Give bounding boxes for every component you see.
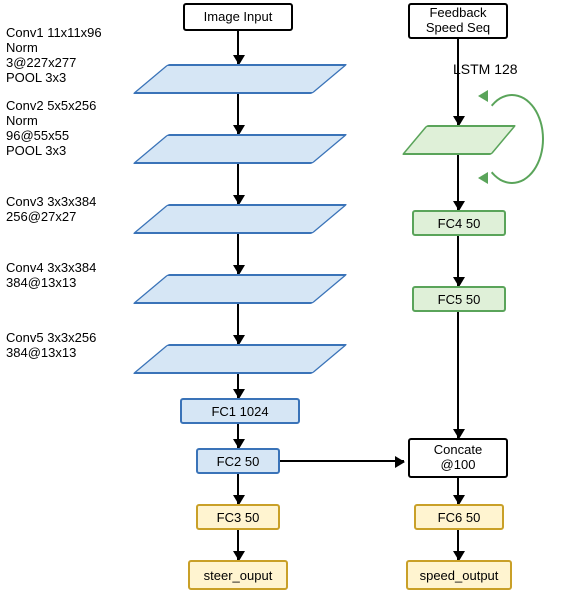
conv3-annot: Conv3 3x3x384 256@27x27 [6, 194, 96, 224]
arrow-down-icon [237, 234, 239, 274]
diagram-canvas: { "inputs": { "image": "Image Input", "f… [0, 0, 562, 606]
arrow-down-icon [237, 94, 239, 134]
feedback-input-box: Feedback Speed Seq [408, 3, 508, 39]
speed-output-box: speed_output [406, 560, 512, 590]
arrow-down-icon [237, 424, 239, 448]
arrow-right-icon [280, 460, 404, 462]
fc3-label: FC3 50 [217, 510, 260, 525]
conv1-annot: Conv1 11x11x96 Norm 3@227x277 POOL 3x3 [6, 25, 102, 85]
arrow-down-icon [237, 31, 239, 64]
conv4-slab [150, 274, 330, 304]
lstm-label: LSTM 128 [453, 62, 518, 77]
fc2-label: FC2 50 [217, 454, 260, 469]
image-input-label: Image Input [204, 10, 273, 25]
conv2-annot: Conv2 5x5x256 Norm 96@55x55 POOL 3x3 [6, 98, 96, 158]
conv2-slab [150, 134, 330, 164]
conv5-slab [150, 344, 330, 374]
arrow-down-icon [457, 155, 459, 210]
fc5-label: FC5 50 [438, 292, 481, 307]
fc4-layer: FC4 50 [412, 210, 506, 236]
fc3-layer: FC3 50 [196, 504, 280, 530]
speed-output-label: speed_output [420, 568, 499, 583]
steer-output-label: steer_ouput [204, 568, 273, 583]
conv1-slab [150, 64, 330, 94]
conv3-slab [150, 204, 330, 234]
steer-output-box: steer_ouput [188, 560, 288, 590]
concat-label: Concate @100 [434, 443, 482, 473]
arrow-down-icon [237, 474, 239, 504]
arrow-down-icon [237, 164, 239, 204]
arrow-down-icon [457, 478, 459, 504]
arrow-down-icon [237, 304, 239, 344]
loop-arrowhead-icon [478, 172, 488, 184]
arrow-down-icon [237, 530, 239, 560]
concat-box: Concate @100 [408, 438, 508, 478]
arrow-down-icon [457, 312, 459, 438]
arrow-down-icon [457, 530, 459, 560]
lstm-loop-icon [480, 94, 544, 184]
fc6-label: FC6 50 [438, 510, 481, 525]
arrow-down-icon [457, 39, 459, 125]
fc1-label: FC1 1024 [211, 404, 268, 419]
arrow-down-icon [237, 374, 239, 398]
loop-arrowhead-icon [478, 90, 488, 102]
fc2-layer: FC2 50 [196, 448, 280, 474]
fc4-label: FC4 50 [438, 216, 481, 231]
arrow-down-icon [457, 236, 459, 286]
feedback-input-label: Feedback Speed Seq [426, 6, 490, 36]
conv5-annot: Conv5 3x3x256 384@13x13 [6, 330, 96, 360]
fc6-layer: FC6 50 [414, 504, 504, 530]
conv4-annot: Conv4 3x3x384 384@13x13 [6, 260, 96, 290]
image-input-box: Image Input [183, 3, 293, 31]
fc1-layer: FC1 1024 [180, 398, 300, 424]
fc5-layer: FC5 50 [412, 286, 506, 312]
